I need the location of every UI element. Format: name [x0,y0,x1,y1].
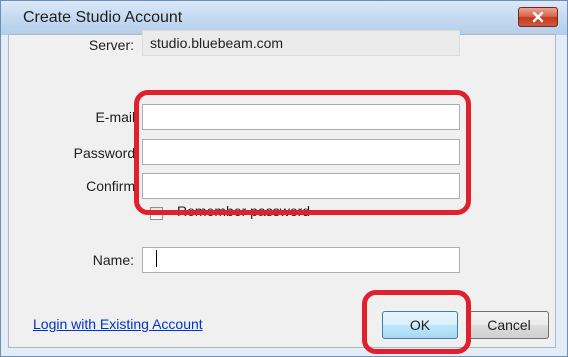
password-field[interactable] [142,139,460,165]
name-label: Name: [92,252,134,268]
email-label: E-mail: [95,109,139,125]
confirm-password-field[interactable] [142,173,460,199]
email-field[interactable] [142,104,460,130]
cancel-button[interactable]: Cancel [469,311,549,339]
ok-button[interactable]: OK [382,311,458,339]
server-value: studio.bluebeam.com [142,30,460,56]
confirm-label: Confirm: [86,178,139,194]
text-cursor [156,250,157,267]
server-label: Server: [88,37,134,53]
login-existing-account-link[interactable]: Login with Existing Account [33,316,203,332]
dialog-title: Create Studio Account [23,9,183,26]
remember-password-label[interactable]: Remember password [177,203,310,219]
close-x-icon [532,11,544,23]
close-button[interactable] [518,7,558,27]
name-field[interactable] [142,247,460,273]
remember-password-checkbox[interactable] [150,207,163,220]
password-label: Password: [73,145,139,161]
